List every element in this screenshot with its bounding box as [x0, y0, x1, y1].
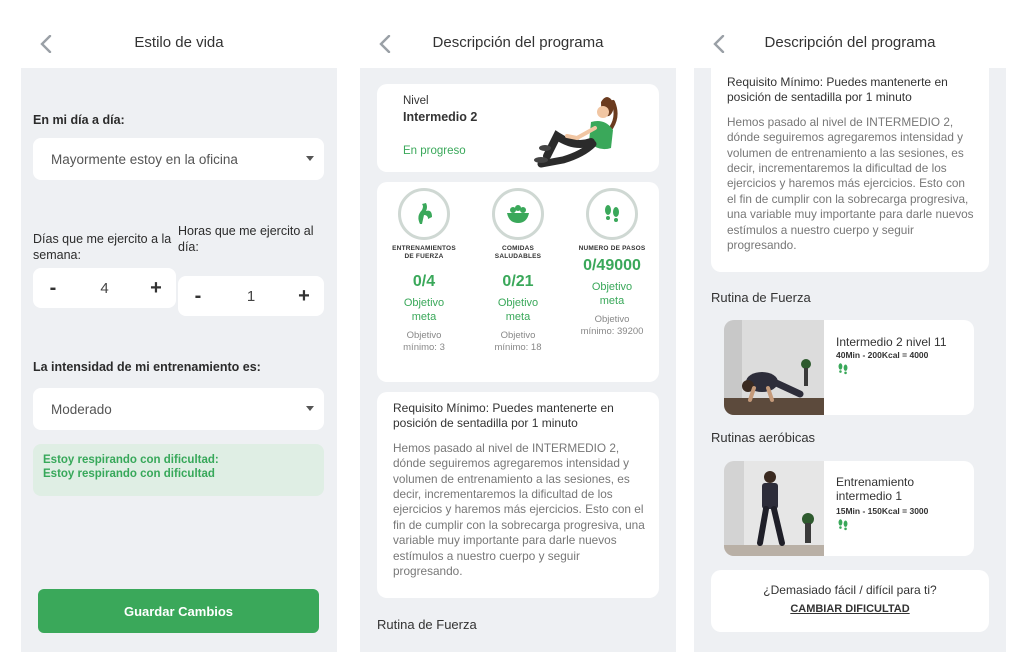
routine-thumbnail [724, 320, 824, 415]
stat-value: 0/4 [412, 273, 436, 290]
intensity-info-box: Estoy respirando con dificultad: Estoy r… [33, 444, 324, 496]
hours-label: Horas que me ejercito al día: [178, 224, 314, 254]
page-title: Descripción del programa [764, 34, 936, 51]
program-description-screen-scrolled: Requisito Mínimo: Puedes mantenerte en p… [694, 20, 1006, 652]
description-text: Hemos pasado al nivel de INTERMEDIO 2, d… [393, 440, 645, 579]
stat-value: 0/21 [502, 273, 534, 290]
hours-plus-button[interactable]: + [286, 276, 322, 316]
description-card: Requisito Mínimo: Puedes mantenerte en p… [377, 392, 659, 598]
info-line: Estoy respirando con dificultad: [43, 454, 219, 466]
stat-goal: Objetivo [403, 297, 445, 309]
description-card: Requisito Mínimo: Puedes mantenerte en p… [711, 48, 989, 272]
level-label: Nivel [403, 95, 429, 107]
days-stepper: - 4 + [33, 268, 176, 308]
footprints-icon [838, 519, 848, 531]
level-status: En progreso [403, 145, 466, 157]
stat-strength: ENTRENAMIENTOS DE FUERZA 0/4 Objetivo me… [380, 188, 468, 354]
stat-meals: COMIDAS SALUDABLES 0/21 Objetivo meta Ob… [474, 188, 562, 354]
strength-section-title: Rutina de Fuerza [377, 617, 477, 632]
chevron-down-icon [306, 406, 314, 411]
stat-min: mínimo: 39200 [580, 326, 644, 337]
days-value: 4 [100, 279, 109, 297]
requirement-text-cut: Requisito Mínimo: Puedes mantenerte en [727, 75, 948, 89]
salad-bowl-icon [492, 188, 544, 240]
difficulty-question: ¿Demasiado fácil / difícil para ti? [763, 583, 937, 597]
intensity-label: La intensidad de mi entrenamiento es: [33, 360, 261, 374]
save-button[interactable]: Guardar Cambios [38, 589, 319, 633]
header: Descripción del programa [360, 20, 676, 68]
page-title: Estilo de vida [134, 34, 224, 51]
requirement-text: Requisito Mínimo: Puedes mantenerte en p… [393, 401, 614, 431]
stat-goal: Objetivo [591, 281, 633, 293]
footprints-icon [838, 363, 848, 375]
stat-name: COMIDAS [501, 245, 535, 252]
routine-card-aerobic[interactable]: Entrenamiento intermedio 1 15Min - 150Kc… [724, 461, 974, 556]
stat-goal: meta [411, 311, 437, 323]
days-label: Días que me ejercito a la semana: [33, 232, 172, 262]
page-title: Descripción del programa [432, 34, 604, 51]
daily-label: En mi día a día: [33, 113, 125, 127]
stat-goal: Objetivo [497, 297, 539, 309]
description-text: Hemos pasado al nivel de INTERMEDIO 2, d… [727, 114, 974, 253]
routine-name: Intermedio 2 nivel 11 [836, 335, 947, 349]
intensity-select[interactable]: Moderado [33, 388, 324, 430]
stat-steps: NUMERO DE PASOS 0/49000 Objetivo meta Ob… [568, 188, 656, 338]
stat-value: 0/49000 [583, 257, 641, 274]
stat-name: DE FUERZA [404, 253, 444, 260]
level-name: Intermedio 2 [403, 110, 478, 124]
header: Descripción del programa [694, 20, 1006, 68]
hours-value: 1 [246, 287, 256, 305]
stats-card: ENTRENAMIENTOS DE FUERZA 0/4 Objetivo me… [377, 182, 659, 382]
stat-name: NUMERO DE PASOS [578, 245, 646, 252]
stat-goal: meta [599, 295, 625, 307]
level-card: Nivel Intermedio 2 En progreso [377, 84, 659, 172]
chevron-down-icon [306, 156, 314, 161]
days-plus-button[interactable]: + [138, 268, 174, 308]
hours-stepper: - 1 + [178, 276, 324, 316]
daily-select-value: Mayormente estoy en la oficina [51, 151, 238, 167]
routine-meta: 40Min - 200Kcal = 4000 [836, 350, 929, 360]
situp-illustration [534, 94, 629, 168]
info-line: Estoy respirando con dificultad [43, 468, 215, 480]
lifestyle-screen: Estilo de vida En mi día a día: Mayormen… [21, 20, 337, 652]
footprints-icon [586, 188, 638, 240]
daily-select[interactable]: Mayormente estoy en la oficina [33, 138, 324, 180]
strength-section-title: Rutina de Fuerza [711, 290, 811, 305]
routine-card-strength[interactable]: Intermedio 2 nivel 11 40Min - 200Kcal = … [724, 320, 974, 415]
stat-goal: meta [505, 311, 531, 323]
aerobic-section-title: Rutinas aeróbicas [711, 430, 816, 445]
requirement-text: posición de sentadilla por 1 minuto [727, 90, 912, 105]
hours-minus-button[interactable]: - [180, 276, 216, 316]
routine-meta: 15Min - 150Kcal = 3000 [836, 506, 929, 516]
stat-name: ENTRENAMIENTOS [392, 245, 456, 252]
stat-min: Objetivo [500, 330, 536, 341]
stat-name: SALUDABLES [494, 253, 542, 260]
stat-min: Objetivo [594, 314, 630, 325]
stat-min: Objetivo [406, 330, 442, 341]
difficulty-card: ¿Demasiado fácil / difícil para ti? CAMB… [711, 570, 989, 632]
routine-thumbnail [724, 461, 824, 556]
arm-icon [398, 188, 450, 240]
program-description-screen: Descripción del programa Nivel Intermedi… [360, 20, 676, 652]
header: Estilo de vida [21, 20, 337, 68]
change-difficulty-link[interactable]: CAMBIAR DIFICULTAD [711, 603, 989, 615]
stat-min: mínimo: 3 [403, 342, 445, 353]
days-minus-button[interactable]: - [35, 268, 71, 308]
stat-min: mínimo: 18 [494, 342, 542, 353]
routine-name: Entrenamiento intermedio 1 [836, 475, 915, 503]
intensity-select-value: Moderado [51, 401, 112, 417]
